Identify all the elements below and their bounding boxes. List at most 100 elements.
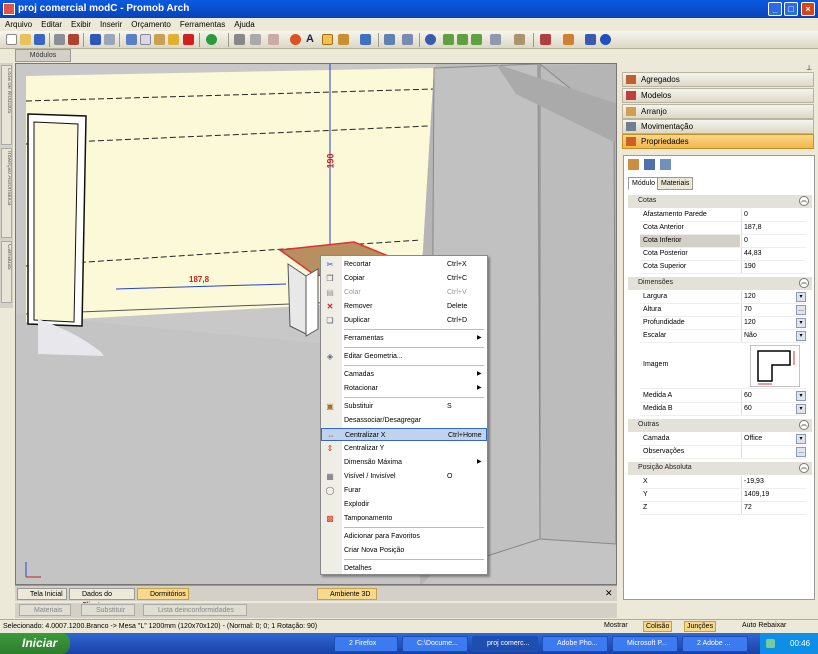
task-powerpoint[interactable]: Microsoft P... xyxy=(612,636,678,652)
tab-materials-props[interactable]: Materiais xyxy=(657,177,694,190)
copy-icon[interactable] xyxy=(140,34,151,45)
vtab-layers[interactable]: Camadas xyxy=(1,241,12,303)
light-icon[interactable] xyxy=(384,34,395,45)
hand-icon[interactable] xyxy=(338,34,349,45)
prop-row[interactable]: Afastamento Parede 0 xyxy=(640,209,806,222)
section-outras[interactable]: Outras ︽ xyxy=(628,419,812,432)
panel-models[interactable]: Modelos xyxy=(622,88,814,103)
menu-editar[interactable]: Editar xyxy=(36,18,66,29)
modules-tab[interactable]: Módulos xyxy=(15,49,71,62)
tab-nonconformities[interactable]: Lista deinconformidades xyxy=(143,604,247,616)
section-cotas[interactable]: Cotas ︽ xyxy=(628,195,812,208)
menu-arquivo[interactable]: Arquivo xyxy=(0,18,36,29)
move-y-icon[interactable] xyxy=(457,34,468,45)
menu-item-rotate[interactable]: Rotacionar ▶ xyxy=(321,382,487,395)
menu-item-add-favorites[interactable]: Adicionar para Favoritos xyxy=(321,530,487,543)
menu-exibir[interactable]: Exibir xyxy=(66,18,95,29)
box-icon[interactable] xyxy=(514,34,525,45)
menu-item-cover[interactable]: ▩ Tamponamento xyxy=(321,512,487,525)
chevron-down-icon[interactable]: ▾ xyxy=(796,318,806,328)
prop-row[interactable]: Cota Anterior 187,8 xyxy=(640,222,806,235)
export-icon[interactable] xyxy=(68,34,79,45)
grid-icon[interactable] xyxy=(234,34,245,45)
collapse-icon[interactable]: ︽ xyxy=(799,463,809,473)
menu-ferramentas[interactable]: Ferramentas xyxy=(175,18,229,29)
menu-item-dissociate[interactable]: Desassociar/Desagregar xyxy=(321,414,487,427)
text-icon[interactable]: A xyxy=(306,34,317,45)
rotate-icon[interactable] xyxy=(250,34,261,45)
panel-properties[interactable]: Propriedades xyxy=(622,134,814,149)
view-icon[interactable] xyxy=(490,34,501,45)
tab-replace[interactable]: Substituir xyxy=(81,604,135,616)
prop-row[interactable]: Escalar Não ▾ xyxy=(640,330,806,343)
collapse-icon[interactable]: ︽ xyxy=(799,420,809,430)
render-icon[interactable] xyxy=(540,34,551,45)
task-firefox[interactable]: 2 Firefox xyxy=(334,636,398,652)
tools-icon[interactable] xyxy=(563,34,574,45)
paste-icon[interactable] xyxy=(154,34,165,45)
tab-3d-environment[interactable]: Ambiente 3D xyxy=(317,588,377,600)
properties-view-icon[interactable] xyxy=(628,159,639,170)
settings-icon[interactable] xyxy=(585,34,596,45)
panel-aggregates[interactable]: Agregados xyxy=(622,72,814,87)
menu-item-cut[interactable]: ✂ Recortar Ctrl+X xyxy=(321,258,487,271)
close-tab-icon[interactable]: ✕ xyxy=(605,588,613,599)
menu-item-paste[interactable]: ▤ Colar Ctrl+V xyxy=(321,286,487,299)
new-icon[interactable] xyxy=(6,34,17,45)
task-photoshop[interactable]: Adobe Pho... xyxy=(542,636,608,652)
panel-arrangement[interactable]: Arranjo xyxy=(622,104,814,119)
prop-row[interactable]: X -19,93 xyxy=(640,476,806,489)
menu-item-explode[interactable]: Explodir xyxy=(321,498,487,511)
prop-row[interactable]: Z 72 xyxy=(640,502,806,515)
move-icon[interactable] xyxy=(443,34,454,45)
prop-row[interactable]: Y 1409,19 xyxy=(640,489,806,502)
paint-icon[interactable] xyxy=(290,34,301,45)
show-button[interactable]: Mostrar xyxy=(604,622,628,629)
menu-item-max-dimension[interactable]: Dimensão Máxima ▶ xyxy=(321,456,487,469)
redo-icon[interactable] xyxy=(104,34,115,45)
3d-viewport[interactable]: 190 187,8 xyxy=(15,63,617,585)
panel-movement[interactable]: Movimentação xyxy=(622,119,814,134)
magic-icon[interactable] xyxy=(168,34,179,45)
menu-ajuda[interactable]: Ajuda xyxy=(229,18,258,29)
menu-item-copy[interactable]: ❐ Copiar Ctrl+C xyxy=(321,272,487,285)
prop-row[interactable]: Medida A 60 ▾ xyxy=(640,390,806,403)
prop-row[interactable]: Medida B 60 ▾ xyxy=(640,403,806,416)
prop-row[interactable]: Cota Posterior 44,83 xyxy=(640,248,806,261)
auto-lower-toggle[interactable]: Auto Rebaixar xyxy=(742,622,786,629)
save-icon[interactable] xyxy=(34,34,45,45)
tab-module[interactable]: Módulo xyxy=(628,177,659,190)
menu-item-tools[interactable]: Ferramentas ▶ xyxy=(321,332,487,345)
collision-toggle[interactable]: Colisão xyxy=(643,621,673,632)
prop-row[interactable]: Observações… xyxy=(640,446,806,459)
chevron-down-icon[interactable]: ▾ xyxy=(796,434,806,444)
move-z-icon[interactable] xyxy=(471,34,482,45)
tab-client-data[interactable]: Dados do Cliente xyxy=(69,588,135,609)
task-adobe[interactable]: 2 Adobe ... xyxy=(682,636,748,652)
menu-item-replace[interactable]: ▣ Substituir S xyxy=(321,400,487,413)
menu-item-layers[interactable]: Camadas ▶ xyxy=(321,368,487,381)
prop-row[interactable]: Altura 70… xyxy=(640,304,806,317)
more-icon[interactable]: … xyxy=(796,447,806,457)
tab-materials[interactable]: Materiais xyxy=(19,604,71,616)
start-button[interactable]: Iniciar xyxy=(0,633,70,654)
vtab-auto-insert[interactable]: Inserção Automática xyxy=(1,148,12,238)
menu-item-remove[interactable]: ✕ Remover Delete xyxy=(321,300,487,313)
menu-inserir[interactable]: Inserir xyxy=(95,18,126,29)
task-explorer[interactable]: C:\Docume... xyxy=(402,636,468,652)
collapse-icon[interactable]: ︽ xyxy=(799,196,809,206)
budget-icon[interactable] xyxy=(206,34,217,45)
prop-row[interactable]: Cota Inferior 0 xyxy=(640,235,806,248)
delete-icon[interactable] xyxy=(183,34,194,45)
prop-row[interactable]: Cota Superior 190 xyxy=(640,261,806,274)
undo-icon[interactable] xyxy=(90,34,101,45)
menu-item-new-position[interactable]: Criar Nova Posição xyxy=(321,544,487,557)
menu-orcamento[interactable]: Orçamento xyxy=(126,18,175,29)
list-view-icon[interactable] xyxy=(660,159,671,170)
minimize-button[interactable]: _ xyxy=(768,2,782,16)
measure-icon[interactable] xyxy=(360,34,371,45)
prop-row[interactable]: Profundidade 120 ▾ xyxy=(640,317,806,330)
joints-toggle[interactable]: Junções xyxy=(684,621,717,632)
maximize-button[interactable]: □ xyxy=(784,2,798,16)
camera-icon[interactable] xyxy=(402,34,413,45)
